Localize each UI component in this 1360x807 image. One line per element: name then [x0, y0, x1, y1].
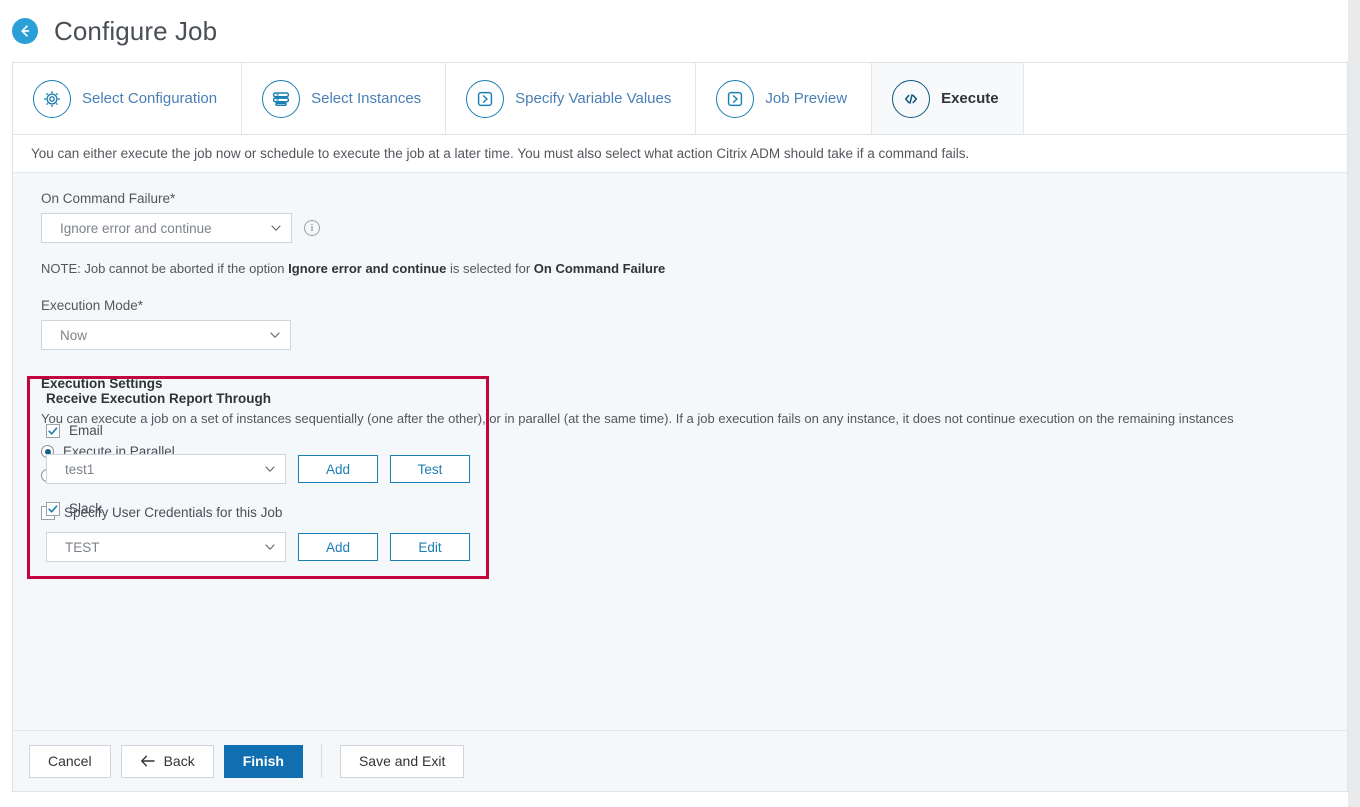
page-title: Configure Job — [54, 15, 218, 46]
server-stack-icon — [262, 79, 301, 118]
play-box-icon — [466, 79, 505, 118]
email-test-button[interactable]: Test — [390, 455, 470, 483]
gear-icon — [33, 79, 71, 118]
checkbox-label: Slack — [69, 501, 103, 516]
email-profile-select[interactable]: test1 — [46, 454, 287, 484]
checkbox-indicator — [46, 501, 60, 516]
finish-button[interactable]: Finish — [223, 744, 303, 778]
tab-label: Execute — [941, 90, 999, 107]
email-profile-value: test1 — [65, 461, 95, 477]
slack-profile-select[interactable]: TEST — [46, 532, 287, 562]
tab-label: Select Instances — [311, 90, 422, 107]
chevron-down-icon — [265, 466, 275, 472]
note-middle: is selected for — [446, 261, 534, 276]
email-profile-row: test1 Add Test — [46, 454, 470, 484]
tab-label: Job Preview — [765, 90, 848, 107]
save-and-exit-button[interactable]: Save and Exit — [339, 744, 465, 778]
play-box-icon — [716, 79, 755, 118]
note-bold-option: Ignore error and continue — [288, 261, 447, 276]
cancel-button[interactable]: Cancel — [29, 744, 111, 778]
slack-add-button[interactable]: Add — [298, 533, 379, 561]
note-bold-field: On Command Failure — [533, 261, 666, 276]
info-icon[interactable]: i — [304, 220, 320, 236]
wizard-footer: Cancel Back Finish Save and Exit — [12, 730, 1348, 792]
slack-profile-row: TEST Add Edit — [46, 532, 470, 562]
receive-execution-report-section: Receive Execution Report Through Email t… — [27, 376, 489, 579]
tab-execute[interactable]: Execute — [872, 63, 1024, 134]
wizard-description: You can either execute the job now or sc… — [12, 135, 1348, 173]
footer-divider — [320, 744, 322, 778]
code-brackets-icon — [892, 79, 931, 118]
execution-mode-label: Execution Mode* — [41, 298, 144, 313]
back-button-label: Back — [163, 753, 195, 769]
tab-job-preview[interactable]: Job Preview — [696, 63, 873, 134]
chevron-down-icon — [271, 225, 281, 231]
slack-edit-button[interactable]: Edit — [390, 533, 470, 561]
command-failure-note: NOTE: Job cannot be aborted if the optio… — [41, 261, 1319, 276]
receive-report-title: Receive Execution Report Through — [46, 391, 272, 406]
tab-select-instances[interactable]: Select Instances — [242, 63, 447, 134]
email-add-button[interactable]: Add — [298, 455, 379, 483]
execution-mode-select[interactable]: Now — [41, 320, 291, 350]
tab-label: Specify Variable Values — [515, 90, 672, 107]
back-button[interactable]: Back — [120, 744, 214, 778]
slack-profile-value: TEST — [65, 539, 100, 555]
right-gutter — [1348, 0, 1360, 807]
arrow-left-icon — [140, 755, 155, 767]
checkbox-email[interactable]: Email — [46, 423, 470, 438]
tab-specify-variable-values[interactable]: Specify Variable Values — [446, 63, 697, 134]
tab-label: Select Configuration — [82, 90, 218, 107]
on-command-failure-row: Ignore error and continue i — [41, 213, 1319, 243]
wizard-tabs: Select Configuration Select Instances Sp… — [12, 62, 1348, 135]
configure-job-page: Configure Job Select Configuration Selec… — [0, 0, 1360, 807]
on-command-failure-value: Ignore error and continue — [60, 220, 212, 236]
note-prefix: NOTE: Job cannot be aborted if the optio… — [41, 261, 289, 276]
chevron-down-icon — [265, 544, 275, 550]
execute-form: On Command Failure* Ignore error and con… — [12, 173, 1348, 730]
execution-mode-row: Now — [41, 320, 1319, 350]
on-command-failure-select[interactable]: Ignore error and continue — [41, 213, 292, 243]
back-arrow-icon[interactable] — [12, 18, 38, 44]
page-header: Configure Job — [0, 0, 1360, 62]
checkbox-slack[interactable]: Slack — [46, 501, 470, 516]
execution-mode-value: Now — [60, 327, 88, 343]
checkbox-label: Email — [69, 423, 103, 438]
tabs-filler — [1023, 63, 1347, 134]
chevron-down-icon — [270, 332, 280, 338]
tab-select-configuration[interactable]: Select Configuration — [13, 63, 243, 134]
checkbox-indicator — [46, 423, 60, 438]
on-command-failure-label: On Command Failure* — [41, 191, 176, 206]
